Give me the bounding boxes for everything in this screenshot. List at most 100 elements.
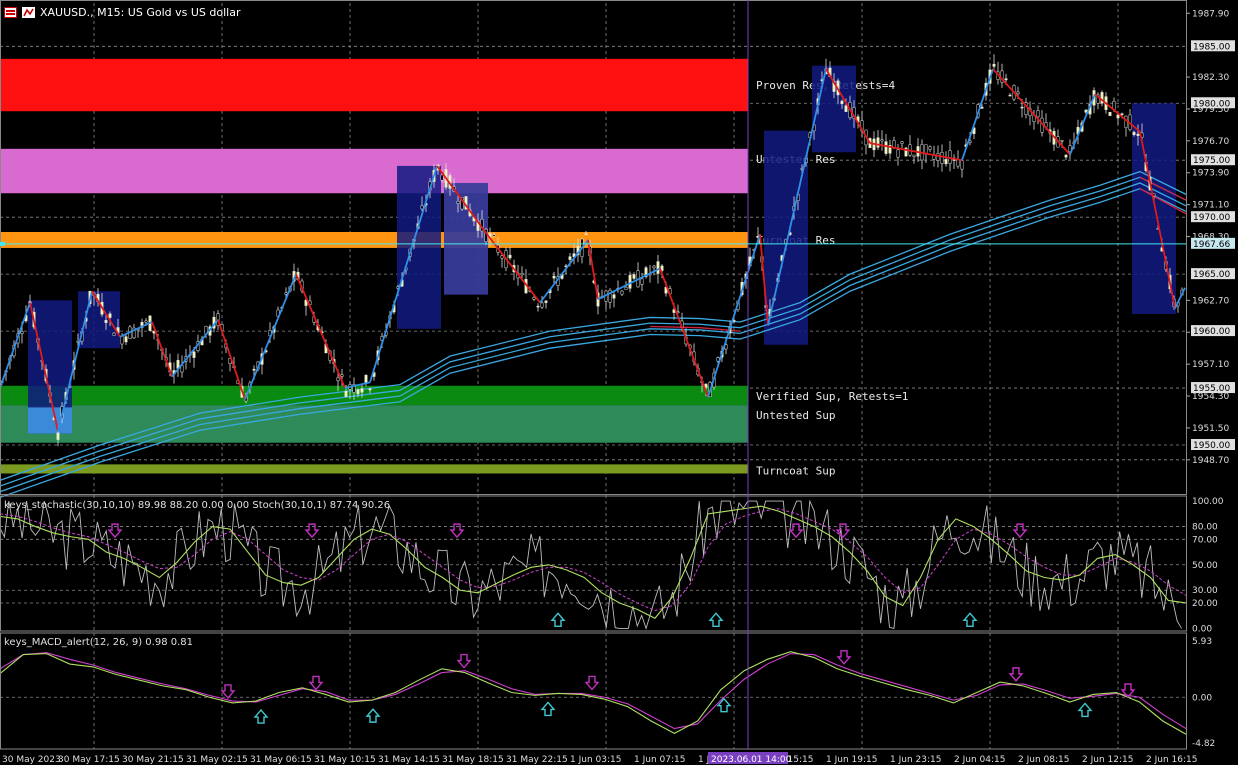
candle-body xyxy=(1004,78,1008,81)
price-axis: 1987.901982.301979.501976.701973.901971.… xyxy=(0,0,1238,765)
sell-arrow-icon xyxy=(220,684,236,700)
buy-arrow-icon xyxy=(253,708,269,724)
buy-arrow-icon xyxy=(550,612,566,627)
candle-body xyxy=(1116,114,1120,119)
candle-body xyxy=(536,305,540,308)
candle-body xyxy=(568,256,572,260)
swing-box xyxy=(397,165,441,329)
candle-body xyxy=(896,149,900,158)
candle-body xyxy=(936,153,940,161)
candle-body xyxy=(440,174,444,181)
time-tick-label: 31 May 06:15 xyxy=(250,755,312,765)
zigzag-segment xyxy=(151,321,173,377)
buy-arrow-icon xyxy=(708,612,724,627)
candle-body xyxy=(340,374,344,377)
price-tick-label: 1976.70 xyxy=(1192,137,1229,147)
macd-main-line xyxy=(0,651,1187,735)
stoch-tick-label: 50.00 xyxy=(1192,561,1218,571)
buy-arrow-icon xyxy=(1077,702,1093,718)
time-tick-label: 30 May 17:15 xyxy=(58,755,120,765)
zone-0 xyxy=(0,58,748,112)
time-axis: 30 May 202330 May 17:15 30 May 21:15 31 Ma… xyxy=(2,755,1197,765)
candle-body xyxy=(844,105,848,112)
time-tick-label: 1 Jun 07:15 xyxy=(634,755,685,765)
time-tick-label: 30 May 2023 xyxy=(2,755,61,765)
time-tick-label: 2 Jun 08:15 xyxy=(1018,755,1069,765)
sell-arrow-icon xyxy=(456,653,472,669)
candle-body xyxy=(912,154,916,157)
sell-arrow-icon xyxy=(835,523,851,539)
candle-body xyxy=(620,290,624,295)
price-tick-label: 1971.10 xyxy=(1192,201,1229,211)
stochastic-panel: keys_stochastic(30,10,10) 89.98 88.20 0.… xyxy=(0,499,1187,630)
macd-signal-line xyxy=(0,652,1187,730)
candle-body xyxy=(1020,106,1024,109)
stoch-title: keys_stochastic(30,10,10) 89.98 88.20 0.… xyxy=(4,500,390,511)
candle-body xyxy=(1036,110,1040,118)
candle-body xyxy=(144,320,148,323)
candle-body xyxy=(344,391,348,397)
candle-body xyxy=(532,297,536,300)
zone-label: Turncoat Sup xyxy=(756,464,835,477)
cursor-time-label: 2023.06.01 14:00 xyxy=(711,755,792,765)
candle-body xyxy=(940,152,944,164)
zigzag-segment xyxy=(659,268,709,398)
zigzag-segment xyxy=(244,273,297,400)
price-tick-label: 1948.70 xyxy=(1192,456,1229,466)
candle-body xyxy=(1136,133,1140,136)
time-tick-label: 30 May 21:15 xyxy=(122,755,184,765)
zone-label: Verified Sup, Retests=1 xyxy=(756,390,908,403)
buy-arrow-icon xyxy=(540,701,556,717)
price-level-label: 1975.00 xyxy=(1193,156,1230,166)
price-level-label: 1950.00 xyxy=(1193,441,1230,451)
candle-body xyxy=(124,336,128,343)
zigzag-segment xyxy=(539,239,589,304)
candle-body xyxy=(884,141,888,154)
sell-arrow-icon xyxy=(584,675,600,691)
sell-arrow-icon xyxy=(836,650,852,665)
candle-body xyxy=(876,137,880,148)
zigzag-segment xyxy=(587,239,599,300)
time-tick-label: 2 Jun 16:15 xyxy=(1146,755,1197,765)
candle-body xyxy=(840,100,844,105)
candle-body xyxy=(456,201,460,204)
price-level-label: 1970.00 xyxy=(1193,213,1230,223)
sell-arrow-icon xyxy=(107,523,123,539)
price-level-label: 1965.00 xyxy=(1193,270,1230,280)
candle-body xyxy=(420,205,424,210)
zigzag-segment xyxy=(1174,287,1186,309)
moving-average-ribbon xyxy=(0,170,1187,499)
zone-5 xyxy=(0,464,748,474)
candle-body xyxy=(508,254,512,259)
sell-arrow-icon xyxy=(1008,667,1024,682)
candle-body xyxy=(944,159,948,165)
zigzag-segment xyxy=(961,68,994,161)
price-tick-label: 1982.30 xyxy=(1192,73,1229,83)
candle-body xyxy=(1064,154,1068,158)
candle-body xyxy=(1108,111,1112,116)
zone-label: Untested Sup xyxy=(756,409,835,422)
stoch-tick-label: 80.00 xyxy=(1192,523,1218,533)
macd-panel: keys_MACD_alert(12, 26, 9) 0.98 0.81 xyxy=(0,637,1187,735)
candle-body xyxy=(284,292,288,295)
price-level-label: 1985.00 xyxy=(1193,42,1230,52)
time-tick-label: 1 Jun 23:15 xyxy=(890,755,941,765)
sell-arrow-icon xyxy=(308,675,324,691)
candle-body xyxy=(540,302,544,308)
price-level-label: 1960.00 xyxy=(1193,327,1230,337)
zone-4 xyxy=(0,405,748,443)
candle-body xyxy=(252,368,256,371)
buy-arrow-icon xyxy=(365,708,381,723)
price-tick-label: 1987.90 xyxy=(1192,9,1229,19)
swing-boxes xyxy=(28,65,1176,434)
macd-panel-border xyxy=(0,632,1187,750)
candle-body xyxy=(368,388,372,391)
time-tick-label: 1 Jun 19:15 xyxy=(826,755,877,765)
stoch-panel-border xyxy=(0,495,1187,632)
candle-body xyxy=(552,275,556,279)
time-tick-label: 31 May 14:15 xyxy=(378,755,440,765)
price-tick-label: 1957.10 xyxy=(1192,360,1229,370)
trading-chart[interactable]: Proven Res, Retests=4Untested ResTurncoa… xyxy=(0,0,1238,765)
time-tick-label: 31 May 10:15 xyxy=(314,755,376,765)
candle-body xyxy=(356,389,360,395)
